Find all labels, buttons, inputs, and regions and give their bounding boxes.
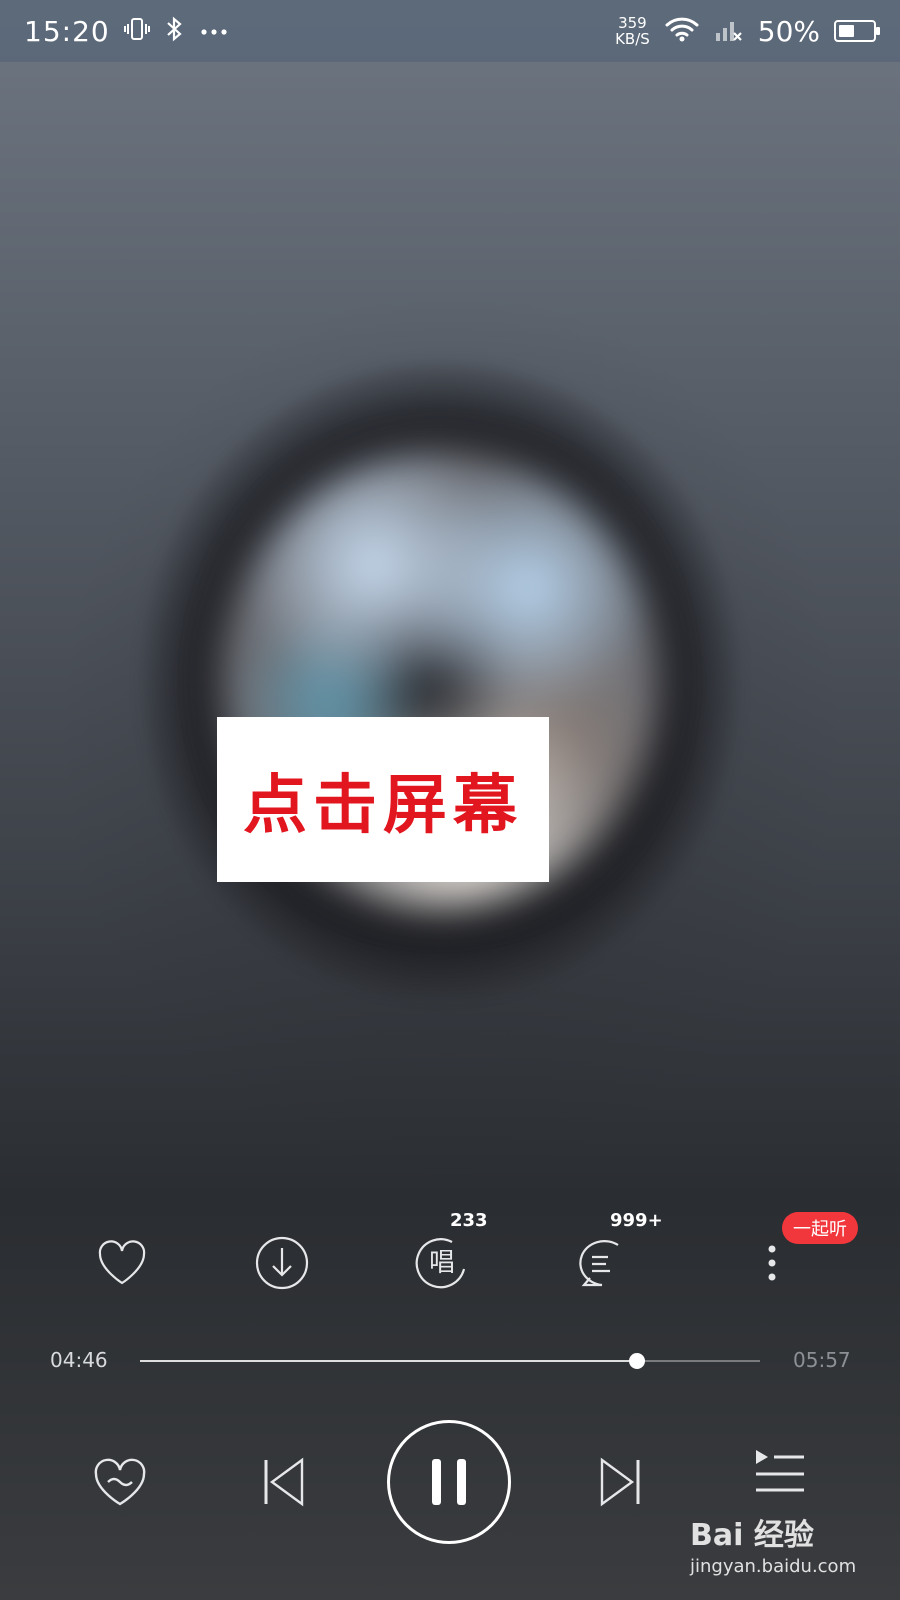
more-notifications-icon — [200, 22, 228, 41]
progress-track[interactable] — [140, 1353, 760, 1369]
status-time: 15:20 — [24, 14, 110, 48]
net-speed: 359 KB/S — [615, 15, 650, 47]
pause-button[interactable] — [387, 1420, 511, 1544]
progress-row: 04:46 05:57 — [0, 1340, 900, 1380]
previous-button[interactable] — [252, 1450, 316, 1514]
net-speed-unit: KB/S — [615, 30, 650, 48]
listen-together-badge[interactable]: 一起听 — [782, 1212, 858, 1244]
watermark-brand: Bai 经验 — [690, 1518, 814, 1553]
download-icon — [255, 1236, 309, 1290]
battery-icon — [834, 20, 880, 42]
comment-icon — [579, 1240, 619, 1287]
total-time: 05:57 — [793, 1348, 851, 1372]
previous-icon — [264, 1457, 304, 1507]
progress-thumb[interactable] — [628, 1353, 645, 1369]
status-bar-right: 359 KB/S 50% — [615, 14, 880, 48]
comment-count: 999+ — [610, 1210, 663, 1231]
battery-percent: 50% — [757, 14, 820, 48]
tap-screen-annotation-text: 点击屏幕 — [243, 767, 523, 843]
heart-mode-button[interactable] — [88, 1450, 152, 1514]
svg-text:唱: 唱 — [429, 1248, 455, 1278]
playlist-icon — [756, 1450, 804, 1492]
sing-icon: 唱 — [415, 1238, 466, 1289]
more-vertical-icon — [768, 1245, 776, 1281]
signal-icon — [714, 15, 744, 47]
playlist-button[interactable] — [748, 1438, 812, 1502]
progress-fill — [140, 1360, 637, 1362]
current-time: 04:46 — [50, 1348, 108, 1372]
watermark-url: jingyan.baidu.com — [690, 1556, 857, 1577]
pause-icon — [432, 1459, 466, 1505]
action-row: 唱 233 999+ — [0, 1210, 900, 1308]
sing-button[interactable]: 唱 233 — [402, 1210, 488, 1308]
next-button[interactable] — [588, 1450, 652, 1514]
status-bar: 15:20 359 KB/S 50% — [0, 0, 900, 62]
status-bar-left: 15:20 — [24, 15, 228, 48]
wifi-icon — [664, 15, 700, 47]
like-button[interactable] — [82, 1218, 162, 1308]
baidu-jingyan-watermark: Bai 经验 jingyan.baidu.com — [690, 1510, 880, 1590]
heart-icon — [98, 1240, 146, 1285]
album-cover[interactable] — [140, 360, 740, 1000]
sing-count: 233 — [450, 1210, 488, 1231]
comment-button[interactable]: 999+ — [562, 1210, 663, 1308]
battery-level — [839, 25, 854, 37]
heart-mode-icon — [94, 1458, 146, 1506]
next-icon — [600, 1457, 640, 1507]
tap-screen-annotation: 点击屏幕 — [217, 717, 549, 882]
vibrate-icon — [123, 16, 150, 46]
bluetooth-icon — [164, 16, 186, 46]
download-button[interactable] — [242, 1218, 322, 1308]
net-speed-value: 359 — [618, 14, 647, 32]
